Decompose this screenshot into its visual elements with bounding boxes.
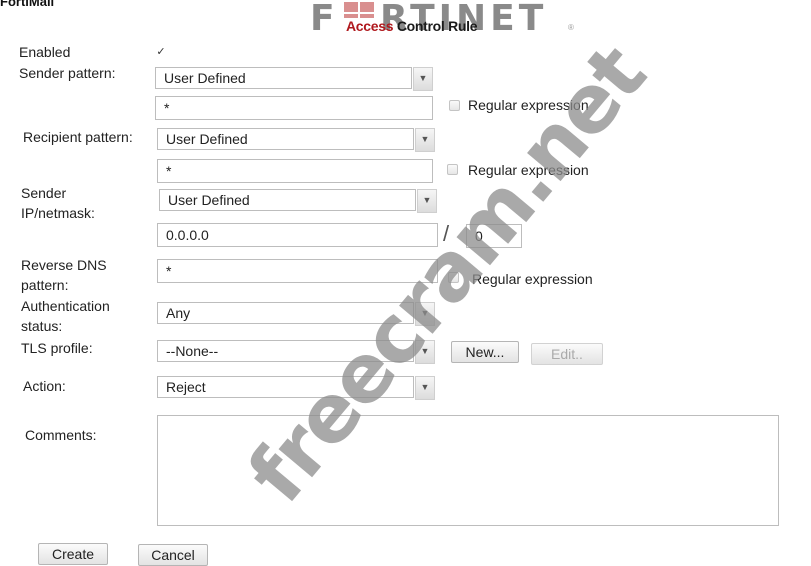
netmask-separator: / — [443, 221, 450, 246]
dialog-title: Access Control Rule — [346, 18, 478, 34]
reverse-dns-regex-checkbox[interactable] — [448, 272, 459, 283]
reverse-dns-regex-label: Regular expression — [472, 271, 593, 287]
enabled-label: Enabled — [19, 44, 71, 60]
sender-pattern-label: Sender pattern: — [19, 65, 116, 81]
comments-textarea[interactable] — [157, 415, 779, 526]
sender-ip-select[interactable]: User Defined ▼ — [159, 189, 437, 213]
reverse-dns-label-line1: Reverse DNS — [21, 257, 107, 273]
recipient-pattern-select[interactable]: User Defined ▼ — [157, 128, 435, 152]
recipient-regex-checkbox[interactable] — [447, 164, 458, 175]
sender-ip-input[interactable]: 0.0.0.0 — [157, 223, 438, 247]
auth-status-label-line2: status: — [21, 318, 63, 334]
sender-regex-label: Regular expression — [468, 97, 589, 113]
svg-text:®: ® — [568, 23, 574, 32]
sender-pattern-select[interactable]: User Defined ▼ — [155, 67, 433, 91]
chevron-down-icon[interactable]: ▼ — [415, 128, 435, 152]
auth-status-select[interactable]: Any ▼ — [157, 302, 435, 326]
cancel-button[interactable]: Cancel — [138, 544, 208, 566]
chevron-down-icon[interactable]: ▼ — [417, 189, 437, 213]
create-button[interactable]: Create — [38, 543, 108, 565]
dialog-title-accent: Access — [346, 18, 394, 34]
dialog-title-rest: Control Rule — [393, 18, 478, 34]
tls-profile-select[interactable]: --None-- ▼ — [157, 340, 435, 364]
recipient-pattern-label: Recipient pattern: — [23, 129, 133, 145]
chevron-down-icon[interactable]: ▼ — [415, 340, 435, 364]
recipient-regex-label: Regular expression — [468, 162, 589, 178]
sender-pattern-input[interactable]: * — [155, 96, 433, 120]
recipient-pattern-select-value: User Defined — [166, 131, 248, 147]
sender-pattern-select-value: User Defined — [164, 70, 246, 86]
auth-status-label-line1: Authentication — [21, 298, 110, 314]
action-label: Action: — [23, 378, 66, 394]
action-select[interactable]: Reject ▼ — [157, 376, 435, 400]
recipient-pattern-input[interactable]: * — [157, 159, 433, 183]
sender-regex-checkbox[interactable] — [449, 100, 460, 111]
tls-new-button[interactable]: New... — [451, 341, 519, 363]
enabled-checkbox[interactable]: ✓ — [155, 46, 167, 58]
reverse-dns-input[interactable]: * — [157, 259, 438, 283]
brand-text: F — [310, 0, 339, 32]
sender-ip-select-value: User Defined — [168, 192, 250, 208]
tls-profile-select-value: --None-- — [166, 343, 219, 359]
tls-profile-label: TLS profile: — [21, 340, 93, 356]
tls-edit-button: Edit.. — [531, 343, 603, 365]
reverse-dns-label-line2: pattern: — [21, 277, 69, 293]
action-select-value: Reject — [166, 379, 206, 395]
auth-status-select-value: Any — [166, 305, 191, 321]
sender-ip-label-line1: Sender — [21, 185, 67, 201]
chevron-down-icon[interactable]: ▼ — [415, 376, 435, 400]
netmask-input[interactable]: 0 — [466, 224, 522, 248]
chevron-down-icon[interactable]: ▼ — [415, 302, 435, 326]
chevron-down-icon[interactable]: ▼ — [413, 67, 433, 91]
comments-label: Comments: — [25, 427, 97, 443]
app-title: FortiMail — [0, 0, 55, 9]
sender-ip-label-line2: IP/netmask: — [21, 205, 95, 221]
